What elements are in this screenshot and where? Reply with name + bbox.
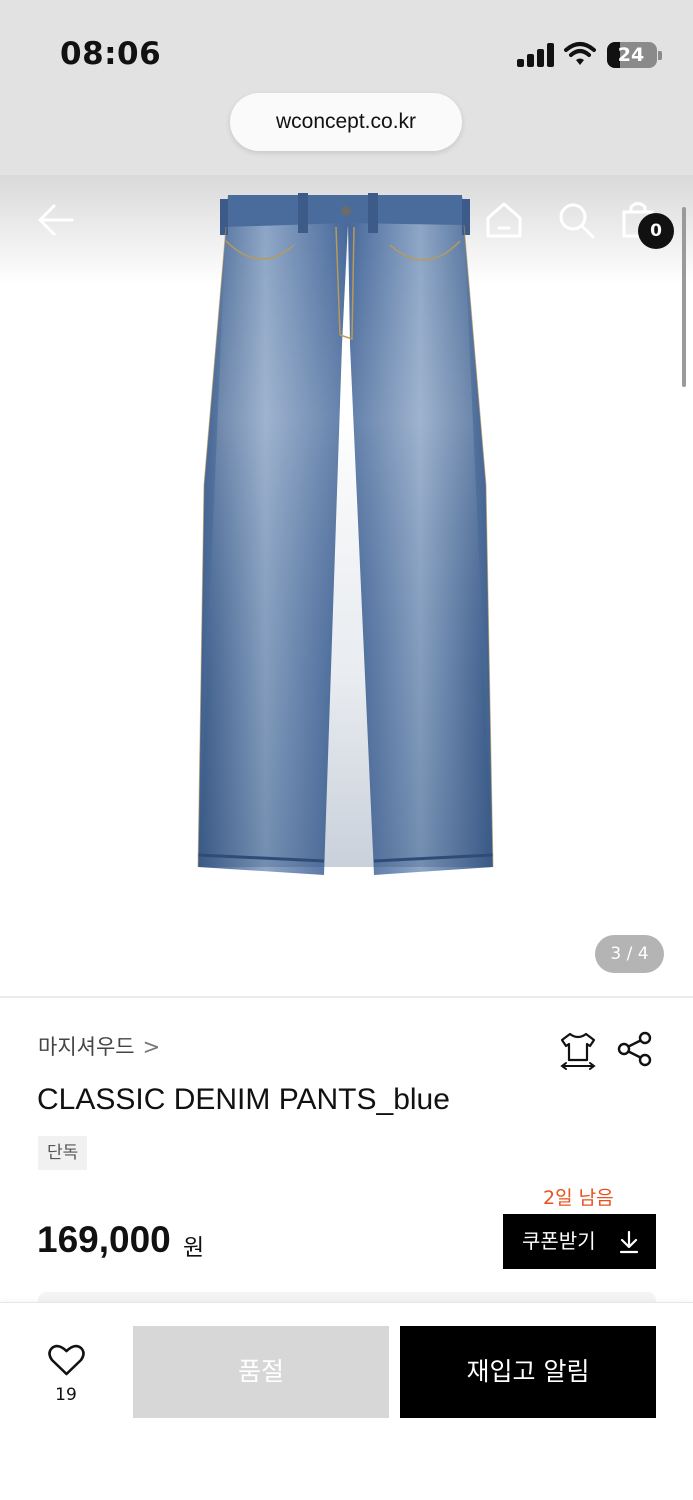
soldout-button: 품절 [133,1326,389,1418]
product-price: 169,000 [37,1219,171,1260]
get-coupon-button[interactable]: 쿠폰받기 [503,1214,656,1269]
restock-alert-button[interactable]: 재입고 알림 [400,1326,656,1418]
share-icon[interactable] [616,1030,654,1068]
status-bar: 08:06 24 wconcept.co.kr [0,0,693,175]
product-image-gallery[interactable] [0,175,693,997]
chevron-right-icon: > [142,1035,161,1059]
search-icon[interactable] [556,200,596,240]
exclusive-badge: 단독 [38,1136,88,1170]
product-image [197,193,494,875]
scrollbar[interactable] [682,207,686,387]
back-arrow-icon[interactable] [36,200,76,240]
signal-icon [517,43,555,67]
brand-link[interactable]: 마지셔우드 > [38,1031,160,1061]
status-time: 08:06 [60,36,162,72]
divider [0,996,693,998]
hanger-icon[interactable] [558,1030,598,1070]
product-title: CLASSIC DENIM PANTS_blue [37,1083,450,1116]
coupon-days-left: 2일 남음 [543,1187,614,1209]
wifi-icon [564,42,596,65]
home-icon[interactable] [484,200,524,240]
image-page-indicator: 3 / 4 [595,935,664,973]
url-bar[interactable]: wconcept.co.kr [230,93,462,151]
battery-icon: 24 [607,42,662,68]
price-unit: 원 [183,1235,205,1261]
cart-count-badge: 0 [638,213,674,249]
like-count: 19 [55,1385,77,1405]
heart-icon[interactable] [48,1343,85,1377]
battery-level: 24 [617,44,645,66]
coupon-button-label: 쿠폰받기 [522,1229,596,1253]
brand-name: 마지셔우드 [38,1035,135,1059]
download-icon [619,1230,639,1254]
